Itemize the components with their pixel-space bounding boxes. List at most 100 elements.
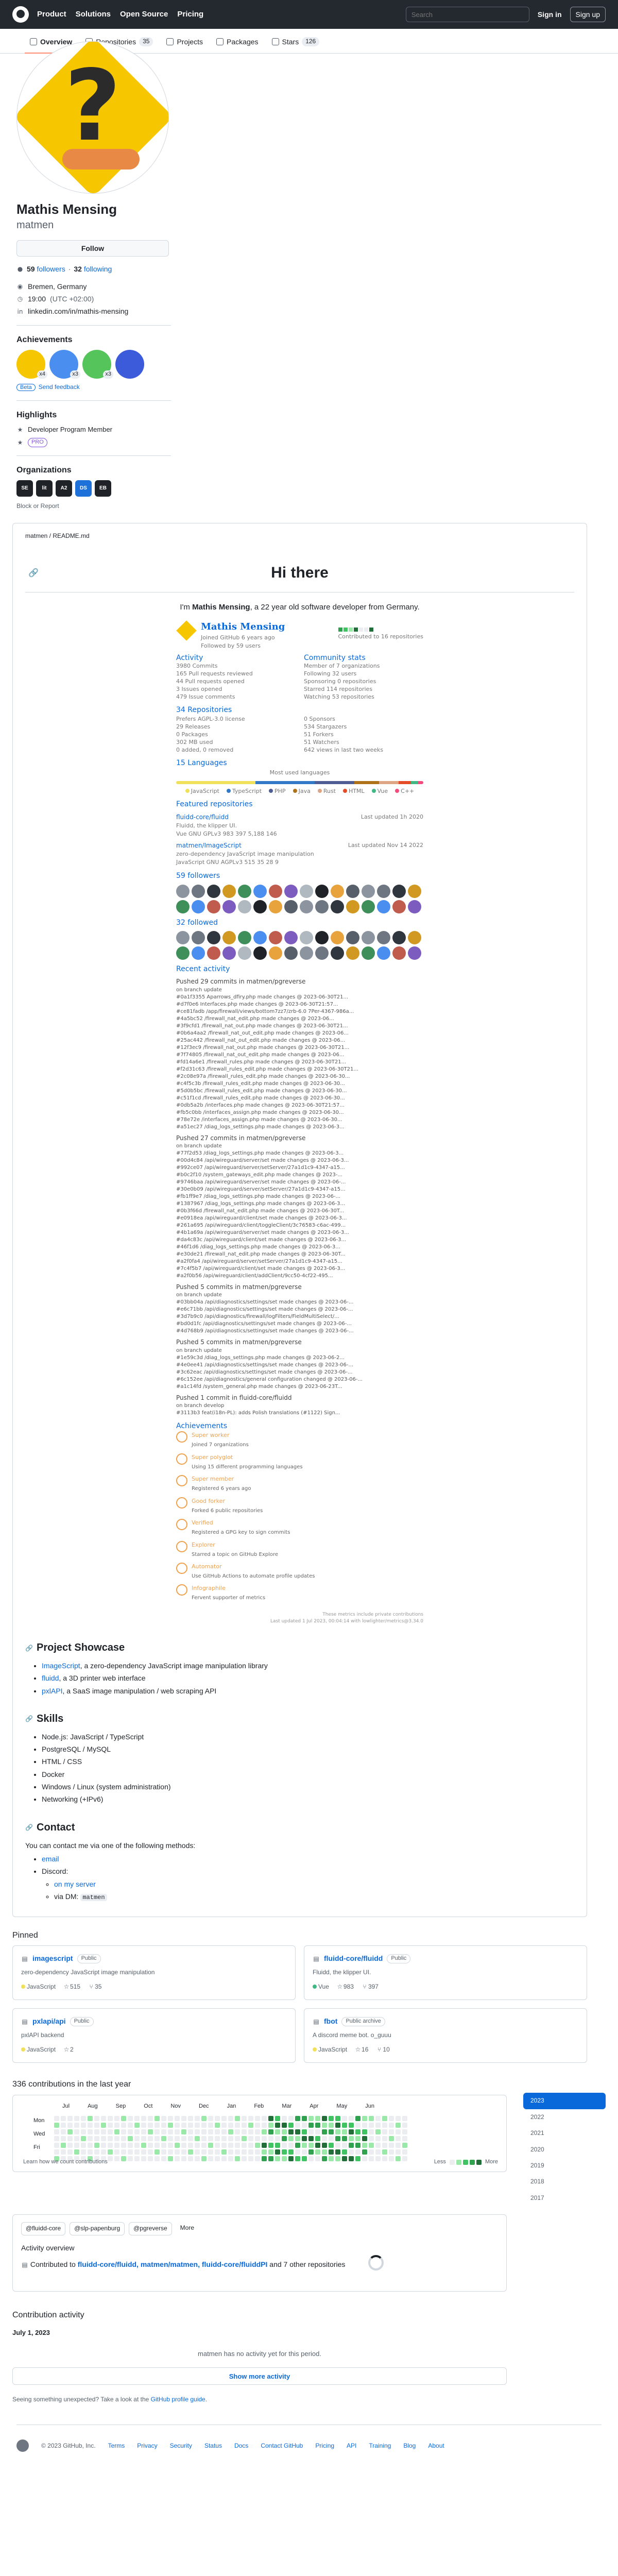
contribution-cell[interactable] <box>134 2129 140 2134</box>
contribution-cell[interactable] <box>154 2156 160 2161</box>
contribution-cell[interactable] <box>154 2142 160 2148</box>
contribution-cell[interactable] <box>322 2149 327 2155</box>
contribution-cell[interactable] <box>101 2136 106 2141</box>
contribution-cell[interactable] <box>88 2129 93 2134</box>
link-icon[interactable]: 🔗 <box>25 1645 33 1652</box>
contribution-cell[interactable] <box>208 2149 213 2155</box>
contribution-cell[interactable] <box>175 2149 180 2155</box>
contribution-cell[interactable] <box>355 2122 360 2128</box>
contribution-cell[interactable] <box>295 2122 300 2128</box>
user-avatar[interactable] <box>315 884 329 898</box>
org-filter-pgreverse[interactable]: @pgreverse <box>129 2222 172 2235</box>
contribution-cell[interactable] <box>396 2142 401 2148</box>
contribution-cell[interactable] <box>382 2136 387 2141</box>
contribution-cell[interactable] <box>382 2142 387 2148</box>
contribution-cell[interactable] <box>242 2142 247 2148</box>
footer-link[interactable]: Status <box>204 2442 222 2450</box>
contribution-cell[interactable] <box>375 2136 381 2141</box>
contribution-cell[interactable] <box>315 2136 320 2141</box>
org-avatar[interactable]: A2 <box>56 480 72 497</box>
contribution-cell[interactable] <box>396 2122 401 2128</box>
contribution-cell[interactable] <box>128 2122 133 2128</box>
contribution-cell[interactable] <box>302 2115 307 2121</box>
contribution-cell[interactable] <box>235 2129 240 2134</box>
contribution-cell[interactable] <box>322 2156 327 2161</box>
user-avatar[interactable] <box>331 946 344 960</box>
contribution-cell[interactable] <box>195 2156 200 2161</box>
contribution-cell[interactable] <box>322 2142 327 2148</box>
user-avatar[interactable] <box>284 946 298 960</box>
featured-repo-name[interactable]: fluidd-core/fluidd <box>176 813 229 822</box>
user-avatar[interactable] <box>253 946 267 960</box>
contribution-cell[interactable] <box>295 2115 300 2121</box>
link-icon[interactable]: 🔗 <box>25 1715 33 1722</box>
contribution-cell[interactable] <box>61 2142 66 2148</box>
user-avatar[interactable] <box>300 930 313 944</box>
user-avatar[interactable] <box>331 884 344 898</box>
user-avatar[interactable] <box>207 884 220 898</box>
contribution-cell[interactable] <box>148 2156 153 2161</box>
contribution-cell[interactable] <box>175 2156 180 2161</box>
contribution-cell[interactable] <box>168 2149 173 2155</box>
contribution-cell[interactable] <box>181 2115 186 2121</box>
contribution-cell[interactable] <box>181 2129 186 2134</box>
contribution-cell[interactable] <box>349 2129 354 2134</box>
contribution-cell[interactable] <box>228 2115 233 2121</box>
org-avatar[interactable]: SE <box>16 480 33 497</box>
user-avatar[interactable] <box>408 930 421 944</box>
contribution-cell[interactable] <box>121 2142 126 2148</box>
contribution-cell[interactable] <box>221 2156 227 2161</box>
user-avatar[interactable] <box>207 930 220 944</box>
contribution-cell[interactable] <box>402 2136 407 2141</box>
contribution-cell[interactable] <box>121 2156 126 2161</box>
contribution-cell[interactable] <box>235 2156 240 2161</box>
avatar[interactable]: ? <box>16 41 169 194</box>
year-link[interactable]: 2019 <box>523 2158 606 2174</box>
contribution-cell[interactable] <box>349 2149 354 2155</box>
contribution-cell[interactable] <box>94 2115 99 2121</box>
contribution-cell[interactable] <box>315 2129 320 2134</box>
profile-guide-link[interactable]: GitHub profile guide <box>151 2396 205 2403</box>
contribution-cell[interactable] <box>355 2142 360 2148</box>
contribution-cell[interactable] <box>161 2136 166 2141</box>
user-avatar[interactable] <box>222 884 236 898</box>
achievement-badge[interactable]: x4 <box>16 349 47 379</box>
user-avatar[interactable] <box>315 900 329 913</box>
contribution-cell[interactable] <box>215 2156 220 2161</box>
pinned-repo-name[interactable]: fluidd-core/fluidd <box>324 1953 383 1963</box>
footer-link[interactable]: Contact GitHub <box>261 2442 303 2450</box>
user-avatar[interactable] <box>284 930 298 944</box>
contribution-cell[interactable] <box>282 2149 287 2155</box>
contribution-cell[interactable] <box>54 2129 59 2134</box>
contribution-cell[interactable] <box>188 2136 193 2141</box>
contribution-cell[interactable] <box>248 2149 253 2155</box>
contribution-cell[interactable] <box>389 2149 394 2155</box>
contribution-cell[interactable] <box>248 2115 253 2121</box>
contribution-cell[interactable] <box>54 2136 59 2141</box>
contribution-cell[interactable] <box>235 2115 240 2121</box>
contribution-cell[interactable] <box>268 2122 273 2128</box>
user-avatar[interactable] <box>192 930 205 944</box>
contribution-cell[interactable] <box>74 2136 79 2141</box>
contribution-cell[interactable] <box>188 2142 193 2148</box>
contribution-cell[interactable] <box>134 2142 140 2148</box>
achievement-badge[interactable] <box>115 349 144 379</box>
user-avatar[interactable] <box>253 884 267 898</box>
contribution-cell[interactable] <box>121 2129 126 2134</box>
contribution-cell[interactable] <box>349 2136 354 2141</box>
user-avatar[interactable] <box>362 946 375 960</box>
contribution-cell[interactable] <box>255 2115 260 2121</box>
contribution-cell[interactable] <box>67 2136 73 2141</box>
contribution-cell[interactable] <box>228 2156 233 2161</box>
contribution-cell[interactable] <box>255 2156 260 2161</box>
contribution-cell[interactable] <box>355 2129 360 2134</box>
contribution-cell[interactable] <box>141 2142 146 2148</box>
contribution-cell[interactable] <box>248 2136 253 2141</box>
user-avatar[interactable] <box>222 946 236 960</box>
org-filter-more[interactable]: More <box>176 2222 198 2235</box>
contribution-cell[interactable] <box>195 2136 200 2141</box>
user-avatar[interactable] <box>377 930 390 944</box>
contribution-cell[interactable] <box>242 2149 247 2155</box>
user-avatar[interactable] <box>269 884 282 898</box>
contribution-cell[interactable] <box>228 2136 233 2141</box>
